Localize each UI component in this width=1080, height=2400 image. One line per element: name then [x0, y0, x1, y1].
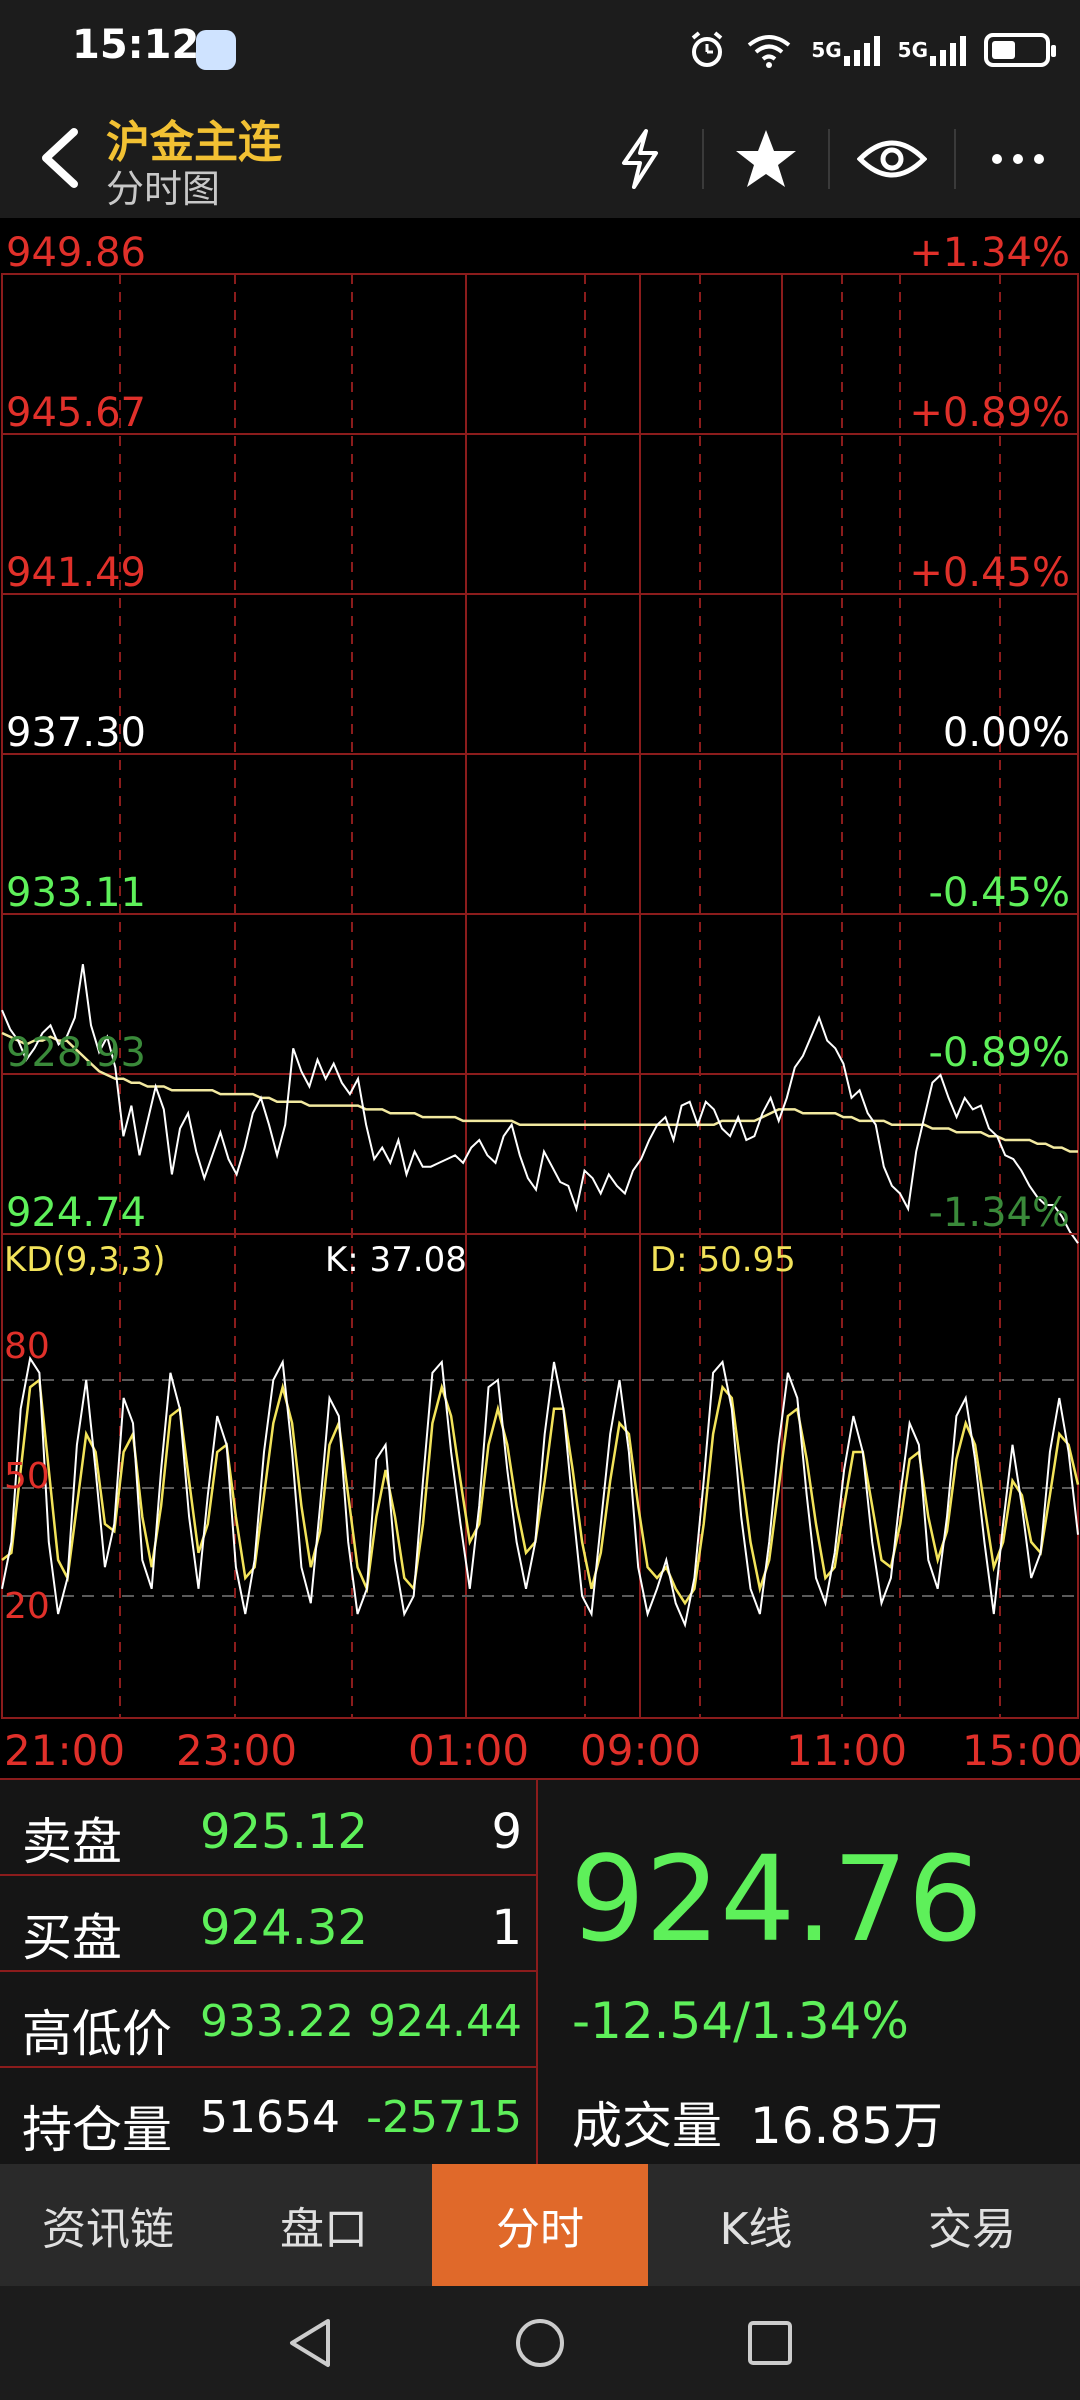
quote-details: 卖盘 925.12 9 买盘 924.32 1 高低价 933.22 924.4… [0, 1780, 538, 2164]
percent-label: -0.45% [928, 870, 1070, 916]
tab-news-chain[interactable]: 资讯链 [0, 2164, 216, 2286]
percent-label: +0.45% [909, 550, 1070, 596]
ask-price: 925.12 [200, 1804, 368, 1860]
bid-row: 买盘 924.32 1 [0, 1876, 538, 1972]
tab-kline[interactable]: K线 [648, 2164, 864, 2286]
back-button[interactable] [24, 118, 94, 198]
nav-home-button[interactable] [510, 2313, 570, 2373]
price-label: 924.74 [6, 1190, 146, 1236]
high-price: 933.22 [200, 1996, 354, 2047]
bid-qty: 1 [491, 1900, 522, 1956]
percent-label: +1.34% [909, 230, 1070, 276]
circle-home-icon [516, 2319, 564, 2367]
kd-tick-label: 20 [4, 1586, 50, 1627]
bid-price: 924.32 [200, 1900, 368, 1956]
triangle-back-icon [290, 2319, 330, 2367]
time-axis-label: 09:00 [580, 1726, 702, 1775]
square-recents-icon [748, 2321, 792, 2365]
intraday-chart[interactable]: 949.86 945.67 941.49 937.30 933.11 928.9… [0, 218, 1080, 1778]
open-interest-row: 持仓量 51654 -25715 [0, 2068, 538, 2164]
price-label: 941.49 [6, 550, 146, 596]
flash-button[interactable] [578, 100, 702, 218]
battery-icon [984, 33, 1056, 67]
open-interest: 51654 [200, 2092, 340, 2143]
time-axis-label: 11:00 [786, 1726, 908, 1775]
volume-label: 成交量 [572, 2097, 722, 2155]
chart-canvas [1, 273, 1080, 1719]
chevron-left-icon [42, 128, 78, 188]
tab-trade[interactable]: 交易 [864, 2164, 1080, 2286]
eye-icon [857, 140, 927, 178]
high-low-label: 高低价 [22, 2005, 172, 2063]
more-button[interactable] [956, 100, 1080, 218]
open-interest-label: 持仓量 [22, 2101, 172, 2159]
alarm-icon [687, 30, 727, 70]
percent-label: +0.89% [909, 390, 1070, 436]
time-axis-label: 21:00 [4, 1726, 126, 1775]
kd-tick-label: 50 [4, 1456, 50, 1497]
favorite-button[interactable] [704, 100, 828, 218]
percent-label: -0.89% [928, 1030, 1070, 1076]
page-subtitle: 分时图 [106, 167, 221, 211]
kd-tick-label: 80 [4, 1326, 50, 1367]
price-label: 933.11 [6, 870, 146, 916]
chart-frame [1, 273, 1079, 1719]
kd-d-value: D: 50.95 [650, 1240, 796, 1280]
time-axis-label: 15:00 [962, 1726, 1080, 1775]
percent-label: -1.34% [928, 1190, 1070, 1236]
tab-order-book[interactable]: 盘口 [216, 2164, 432, 2286]
bid-label: 买盘 [22, 1909, 122, 1967]
watch-button[interactable] [830, 100, 954, 218]
last-price: 924.76 [570, 1830, 983, 1968]
price-label: 945.67 [6, 390, 146, 436]
kd-k-value: K: 37.08 [325, 1240, 467, 1280]
status-time: 15:12 [72, 22, 200, 68]
time-axis-label: 23:00 [176, 1726, 298, 1775]
tab-intraday[interactable]: 分时 [432, 2164, 648, 2286]
star-icon [736, 130, 796, 187]
ask-label: 卖盘 [22, 1813, 122, 1871]
high-low-row: 高低价 933.22 924.44 [0, 1972, 538, 2068]
quote-panel: 卖盘 925.12 9 买盘 924.32 1 高低价 933.22 924.4… [0, 1778, 1080, 2164]
kd-indicator-title[interactable]: KD(9,3,3) [4, 1240, 166, 1280]
price-change: -12.54/1.34% [572, 1992, 909, 2050]
nav-recents-button[interactable] [740, 2313, 800, 2373]
app-notification-icon [196, 30, 236, 70]
average-price-line [1, 1031, 1078, 1153]
ask-row: 卖盘 925.12 9 [0, 1780, 538, 1876]
ask-qty: 9 [491, 1804, 522, 1860]
more-dots-icon [992, 154, 1044, 164]
price-label: 949.86 [6, 230, 146, 276]
time-axis-label: 01:00 [408, 1726, 530, 1775]
lightning-icon [622, 129, 658, 189]
price-line [1, 964, 1079, 1244]
system-nav-bar [0, 2286, 1080, 2400]
bottom-tabs: 资讯链 盘口 分时 K线 交易 [0, 2164, 1080, 2286]
percent-label: 0.00% [942, 710, 1070, 756]
nav-back-button[interactable] [280, 2313, 340, 2373]
low-price: 924.44 [368, 1996, 522, 2047]
volume: 成交量 16.85万 [572, 2086, 943, 2158]
wifi-icon [745, 31, 793, 69]
open-interest-change: -25715 [366, 2092, 522, 2143]
signal-icon-1: 5G [811, 34, 880, 66]
app-header: 沪金主连 分时图 [0, 100, 1080, 218]
price-label: 928.93 [6, 1030, 146, 1076]
volume-value: 16.85万 [749, 2097, 944, 2155]
price-label: 937.30 [6, 710, 146, 756]
signal-icon-2: 5G [898, 34, 966, 66]
status-bar: 15:12 5G 5G [0, 0, 1080, 100]
